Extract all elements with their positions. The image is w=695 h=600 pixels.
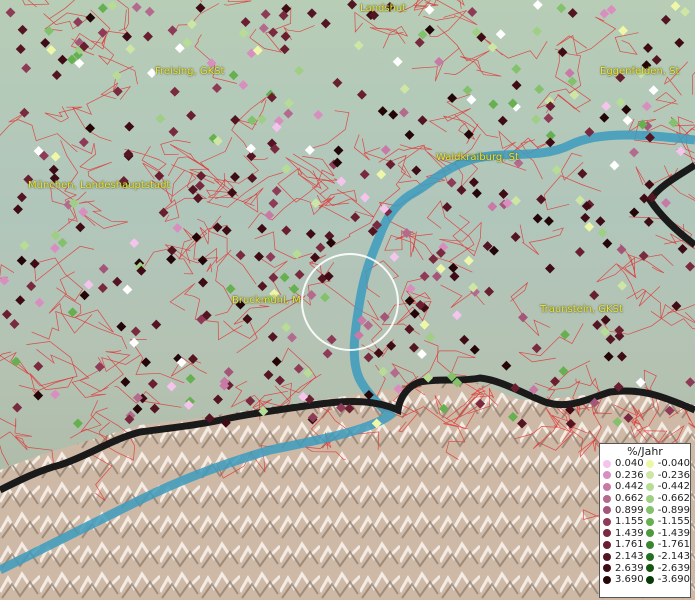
legend-positive-swatch [603, 564, 611, 573]
legend-negative-row: -0.236 [645, 469, 690, 482]
legend-positive-column: 0.040 0.236 0.442 0.662 0.899 1.155 1.439 1.761… [603, 458, 646, 586]
legend-positive-label: 0.899 [615, 504, 644, 516]
legend-positive-label: 0.040 [615, 458, 644, 470]
legend-positive-label: 1.761 [615, 539, 644, 551]
place-label-bruckmuehl: Bruckmühl, M [232, 295, 301, 306]
legend-positive-swatch [603, 506, 611, 515]
legend-negative-row: -3.690 [645, 574, 690, 586]
legend-positive-row: 1.761 [603, 539, 646, 551]
legend-negative-swatch [645, 471, 654, 480]
legend-positive-row: 2.639 [603, 562, 646, 574]
place-label-eggenfelden: Eggenfelden, St [600, 66, 680, 77]
legend-negative-label: -0.899 [657, 504, 690, 516]
legend-positive-swatch [603, 459, 611, 468]
legend-positive-row: 0.236 [603, 470, 646, 482]
legend-positive-label: 1.155 [615, 516, 644, 528]
place-label-waldkraiburg: Waldkraiburg, St [436, 152, 519, 163]
legend-positive-row: 0.899 [603, 504, 646, 516]
legend-negative-swatch [645, 540, 654, 549]
legend-negative-row: -0.899 [645, 504, 690, 516]
place-label-muenchen: München, Landeshauptstadt [28, 180, 171, 191]
legend-positive-row: 1.155 [603, 516, 646, 528]
legend-negative-label: -0.442 [657, 481, 690, 493]
legend-negative-swatch [645, 459, 654, 468]
legend-negative-row: -2.639 [645, 562, 690, 574]
legend-negative-swatch [645, 552, 654, 561]
legend-positive-swatch [603, 529, 611, 538]
legend-negative-column: -0.040 -0.236 -0.442 -0.662 -0.899 -1.155 -1.4… [645, 458, 690, 586]
legend-negative-swatch [645, 564, 654, 573]
legend-negative-label: -0.662 [657, 493, 690, 505]
legend-negative-row: -1.439 [645, 527, 690, 540]
legend-negative-label: -2.143 [657, 551, 690, 563]
legend-negative-row: -0.442 [645, 481, 690, 493]
legend-positive-label: 0.236 [615, 469, 644, 481]
legend-positive-row: 0.040 [603, 458, 646, 470]
legend-positive-label: 2.143 [615, 551, 644, 563]
map-view[interactable]: Landshut Freising, GKSt Eggenfelden, St … [0, 0, 695, 600]
legend-positive-swatch [603, 540, 611, 549]
legend-negative-swatch [645, 529, 654, 538]
legend-negative-label: -0.040 [657, 458, 690, 470]
legend-negative-row: -2.143 [645, 551, 690, 563]
legend-positive-row: 0.442 [603, 481, 646, 493]
map-canvas[interactable] [0, 0, 695, 600]
legend-positive-swatch [603, 552, 611, 561]
legend-positive-swatch [603, 482, 611, 491]
legend-positive-row: 2.143 [603, 551, 646, 563]
legend: %/Jahr 0.040 0.236 0.442 0.662 0.899 1.155 1.4… [599, 443, 691, 598]
legend-negative-swatch [645, 575, 654, 584]
legend-negative-swatch [645, 494, 654, 503]
legend-positive-swatch [603, 575, 611, 584]
legend-positive-label: 3.690 [615, 574, 644, 586]
legend-title: %/Jahr [627, 445, 663, 458]
place-label-landshut: Landshut [360, 3, 407, 14]
legend-negative-label: -1.155 [657, 516, 690, 528]
legend-positive-row: 1.439 [603, 528, 646, 540]
legend-negative-row: -0.662 [645, 493, 690, 505]
legend-negative-swatch [645, 506, 654, 515]
legend-negative-swatch [645, 482, 654, 491]
legend-positive-swatch [603, 517, 611, 526]
legend-positive-label: 0.442 [615, 481, 644, 493]
legend-positive-swatch [603, 494, 611, 503]
legend-negative-label: -1.439 [657, 527, 690, 539]
legend-negative-label: -2.639 [657, 562, 690, 574]
legend-negative-row: -1.761 [645, 539, 690, 551]
legend-positive-swatch [603, 471, 611, 480]
legend-negative-label: -3.690 [657, 574, 690, 586]
legend-negative-row: -1.155 [645, 516, 690, 528]
legend-positive-row: 3.690 [603, 574, 646, 586]
legend-negative-swatch [645, 517, 654, 526]
legend-negative-label: -1.761 [657, 539, 690, 551]
legend-positive-row: 0.662 [603, 493, 646, 505]
legend-positive-label: 0.662 [615, 493, 644, 505]
legend-negative-row: -0.040 [645, 458, 690, 470]
place-label-traunstein: Traunstein, GKSt [540, 304, 623, 315]
legend-positive-label: 2.639 [615, 562, 644, 574]
legend-negative-label: -0.236 [657, 469, 690, 481]
place-label-freising: Freising, GKSt [155, 66, 225, 77]
legend-positive-label: 1.439 [615, 527, 644, 539]
